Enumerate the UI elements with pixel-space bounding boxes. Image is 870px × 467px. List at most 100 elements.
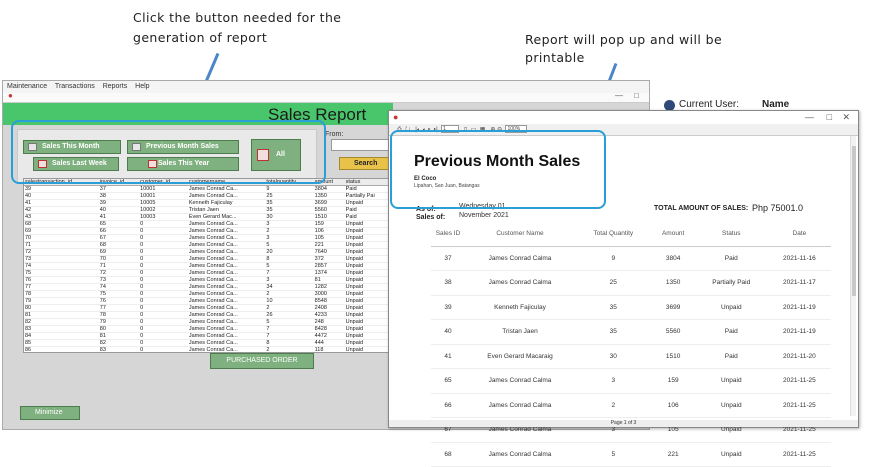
minimize-window-icon[interactable]: —: [615, 91, 623, 100]
table-row[interactable]: 40 38 10001 James Conrad Ca... 25 1350 Partial…: [24, 192, 392, 200]
table-row[interactable]: 83 80 0 James Conrad Ca... 7 8428 Unpaid: [24, 325, 392, 333]
purchased-order-button[interactable]: PURCHASED ORDER: [210, 353, 314, 369]
table-cell: 0: [139, 255, 188, 263]
report-cell: Paid: [694, 344, 768, 369]
table-row[interactable]: 69 66 0 James Conrad Ca... 2 106 Unpaid: [24, 227, 392, 235]
table-cell: Unpaid: [344, 346, 392, 352]
report-minimize-icon[interactable]: —: [805, 112, 814, 122]
menu-help[interactable]: Help: [135, 83, 149, 90]
table-cell: 77: [98, 304, 140, 312]
report-cell: 1510: [651, 344, 695, 369]
table-cell: 0: [139, 220, 188, 228]
table-cell: James Conrad Ca...: [187, 262, 266, 270]
prev-page-icon[interactable]: ◂: [422, 127, 424, 133]
table-cell: Unpaid: [344, 325, 392, 333]
table-cell: 5: [265, 262, 314, 270]
report-cell: Kenneth Fajiculay: [465, 295, 575, 320]
report-cell: 106: [651, 393, 695, 418]
table-cell: 69: [24, 227, 99, 235]
zoom-select[interactable]: 100%: [505, 125, 528, 134]
sales-last-week-button[interactable]: Sales Last Week: [33, 157, 119, 171]
report-cell: 66: [431, 393, 465, 418]
sales-this-month-button[interactable]: Sales This Month: [23, 140, 121, 154]
report-cell: James Conrad Calma: [465, 368, 575, 394]
search-button[interactable]: Search: [339, 157, 393, 170]
table-cell: 82: [24, 318, 99, 326]
table-cell: James Conrad Ca...: [187, 220, 266, 228]
report-scrollbar[interactable]: [850, 136, 856, 416]
table-cell: Unpaid: [344, 332, 392, 340]
first-page-icon[interactable]: |◂: [415, 127, 419, 133]
refresh-icon[interactable]: ↻: [405, 127, 410, 133]
table-row[interactable]: 74 71 0 James Conrad Ca... 5 2857 Unpaid: [24, 262, 392, 270]
table-cell: 72: [24, 248, 99, 256]
scrollbar-thumb[interactable]: [852, 146, 856, 296]
table-row[interactable]: 41 39 10005 Kenneth Fajiculay 35 3699 Unpaid: [24, 199, 392, 207]
calendar-icon: [28, 143, 37, 151]
table-cell: 81: [313, 276, 345, 284]
report-row: 41 Even Gerard Macaraig 30 1510 Paid 2021-11-…: [431, 344, 831, 369]
table-cell: 9: [265, 185, 314, 193]
report-close-icon[interactable]: ✕: [842, 112, 850, 123]
table-row[interactable]: 84 81 0 James Conrad Ca... 7 4472 Unpaid: [24, 332, 392, 340]
zoom-out-icon[interactable]: ⊖: [497, 127, 502, 133]
table-row[interactable]: 68 65 0 James Conrad Ca... 3 159 Unpaid: [24, 220, 392, 228]
table-cell: Unpaid: [344, 276, 392, 284]
from-label: From:: [325, 131, 344, 138]
company-name: El Coco: [414, 176, 437, 182]
table-row[interactable]: 39 37 10001 James Conrad Ca... 9 3804 Paid: [24, 185, 392, 193]
menu-transactions[interactable]: Transactions: [55, 83, 95, 90]
annotation-right-line2: printable: [525, 50, 585, 65]
user-name-label: Name: [762, 99, 790, 110]
next-page-icon[interactable]: ▸: [428, 127, 430, 133]
table-row[interactable]: 79 76 0 James Conrad Ca... 10 8548 Unpaid: [24, 297, 392, 305]
report-cell: Paid: [694, 319, 768, 345]
menu-maintenance[interactable]: Maintenance: [7, 83, 47, 90]
table-row[interactable]: 80 77 0 James Conrad Ca... 2 2408 Unpaid: [24, 304, 392, 312]
table-row[interactable]: 85 82 0 James Conrad Ca... 8 444 Unpaid: [24, 339, 392, 347]
from-date-picker[interactable]: [331, 139, 391, 151]
table-row[interactable]: 77 74 0 James Conrad Ca... 34 1282 Unpaid: [24, 283, 392, 291]
table-cell: 10002: [139, 206, 188, 214]
table-row[interactable]: 70 67 0 James Conrad Ca... 3 105 Unpaid: [24, 234, 392, 242]
table-cell: 37: [98, 185, 140, 193]
table-row[interactable]: 42 40 10002 Tristan Jaen 35 5560 Paid: [24, 206, 392, 214]
sales-data-grid[interactable]: salestransaction_id invoice_id customer_id…: [23, 178, 393, 353]
table-row[interactable]: 86 83 0 James Conrad Ca... 2 118 Unpaid: [24, 346, 392, 352]
previous-month-sales-button[interactable]: Previous Month Sales: [127, 140, 239, 154]
table-row[interactable]: 72 69 0 James Conrad Ca... 20 7640 Unpaid: [24, 248, 392, 256]
export-icon[interactable]: ▯: [464, 127, 467, 133]
table-row[interactable]: 82 79 0 James Conrad Ca... 5 248 Unpaid: [24, 318, 392, 326]
minimize-button[interactable]: Minimize: [20, 406, 80, 420]
table-cell: 0: [139, 297, 188, 305]
table-row[interactable]: 73 70 0 James Conrad Ca... 8 372 Unpaid: [24, 255, 392, 263]
table-row[interactable]: 76 73 0 James Conrad Ca... 3 81 Unpaid: [24, 276, 392, 284]
report-maximize-icon[interactable]: □: [827, 112, 832, 122]
menu-reports[interactable]: Reports: [103, 83, 128, 90]
table-cell: James Conrad Ca...: [187, 185, 266, 193]
table-row[interactable]: 71 68 0 James Conrad Ca... 5 221 Unpaid: [24, 241, 392, 249]
table-cell: 75: [24, 269, 99, 277]
table-row[interactable]: 81 78 0 James Conrad Ca... 26 4233 Unpaid: [24, 311, 392, 319]
table-row[interactable]: 43 41 10003 Even Gerard Mac... 30 1510 Paid: [24, 213, 392, 221]
table-cell: James Conrad Ca...: [187, 311, 266, 319]
table-cell: 84: [24, 332, 99, 340]
table-row[interactable]: 78 75 0 James Conrad Ca... 2 3000 Unpaid: [24, 290, 392, 298]
sales-this-year-button[interactable]: Sales This Year: [127, 157, 239, 171]
report-row: 65 James Conrad Calma 3 159 Unpaid 2021-11-25: [431, 368, 831, 394]
last-page-icon[interactable]: ▸|: [434, 127, 438, 133]
page-setup-icon[interactable]: ▭: [471, 127, 477, 133]
table-row[interactable]: 75 72 0 James Conrad Ca... 7 1374 Unpaid: [24, 269, 392, 277]
table-cell: 34: [265, 283, 314, 291]
table-cell: 3: [265, 276, 314, 284]
print-icon[interactable]: ⎙: [397, 127, 402, 133]
maximize-window-icon[interactable]: □: [634, 91, 639, 100]
zoom-in-icon[interactable]: ⊕: [490, 127, 495, 133]
page-number-input[interactable]: 1: [441, 125, 460, 134]
table-cell: 0: [139, 332, 188, 340]
all-sales-button[interactable]: All Sales: [251, 139, 301, 188]
report-row: 66 James Conrad Calma 2 106 Unpaid 2021-11-25: [431, 393, 831, 418]
report-column-header: Customer Name: [465, 222, 575, 247]
layout-icon[interactable]: ▦: [480, 127, 486, 133]
table-cell: 79: [24, 297, 99, 305]
